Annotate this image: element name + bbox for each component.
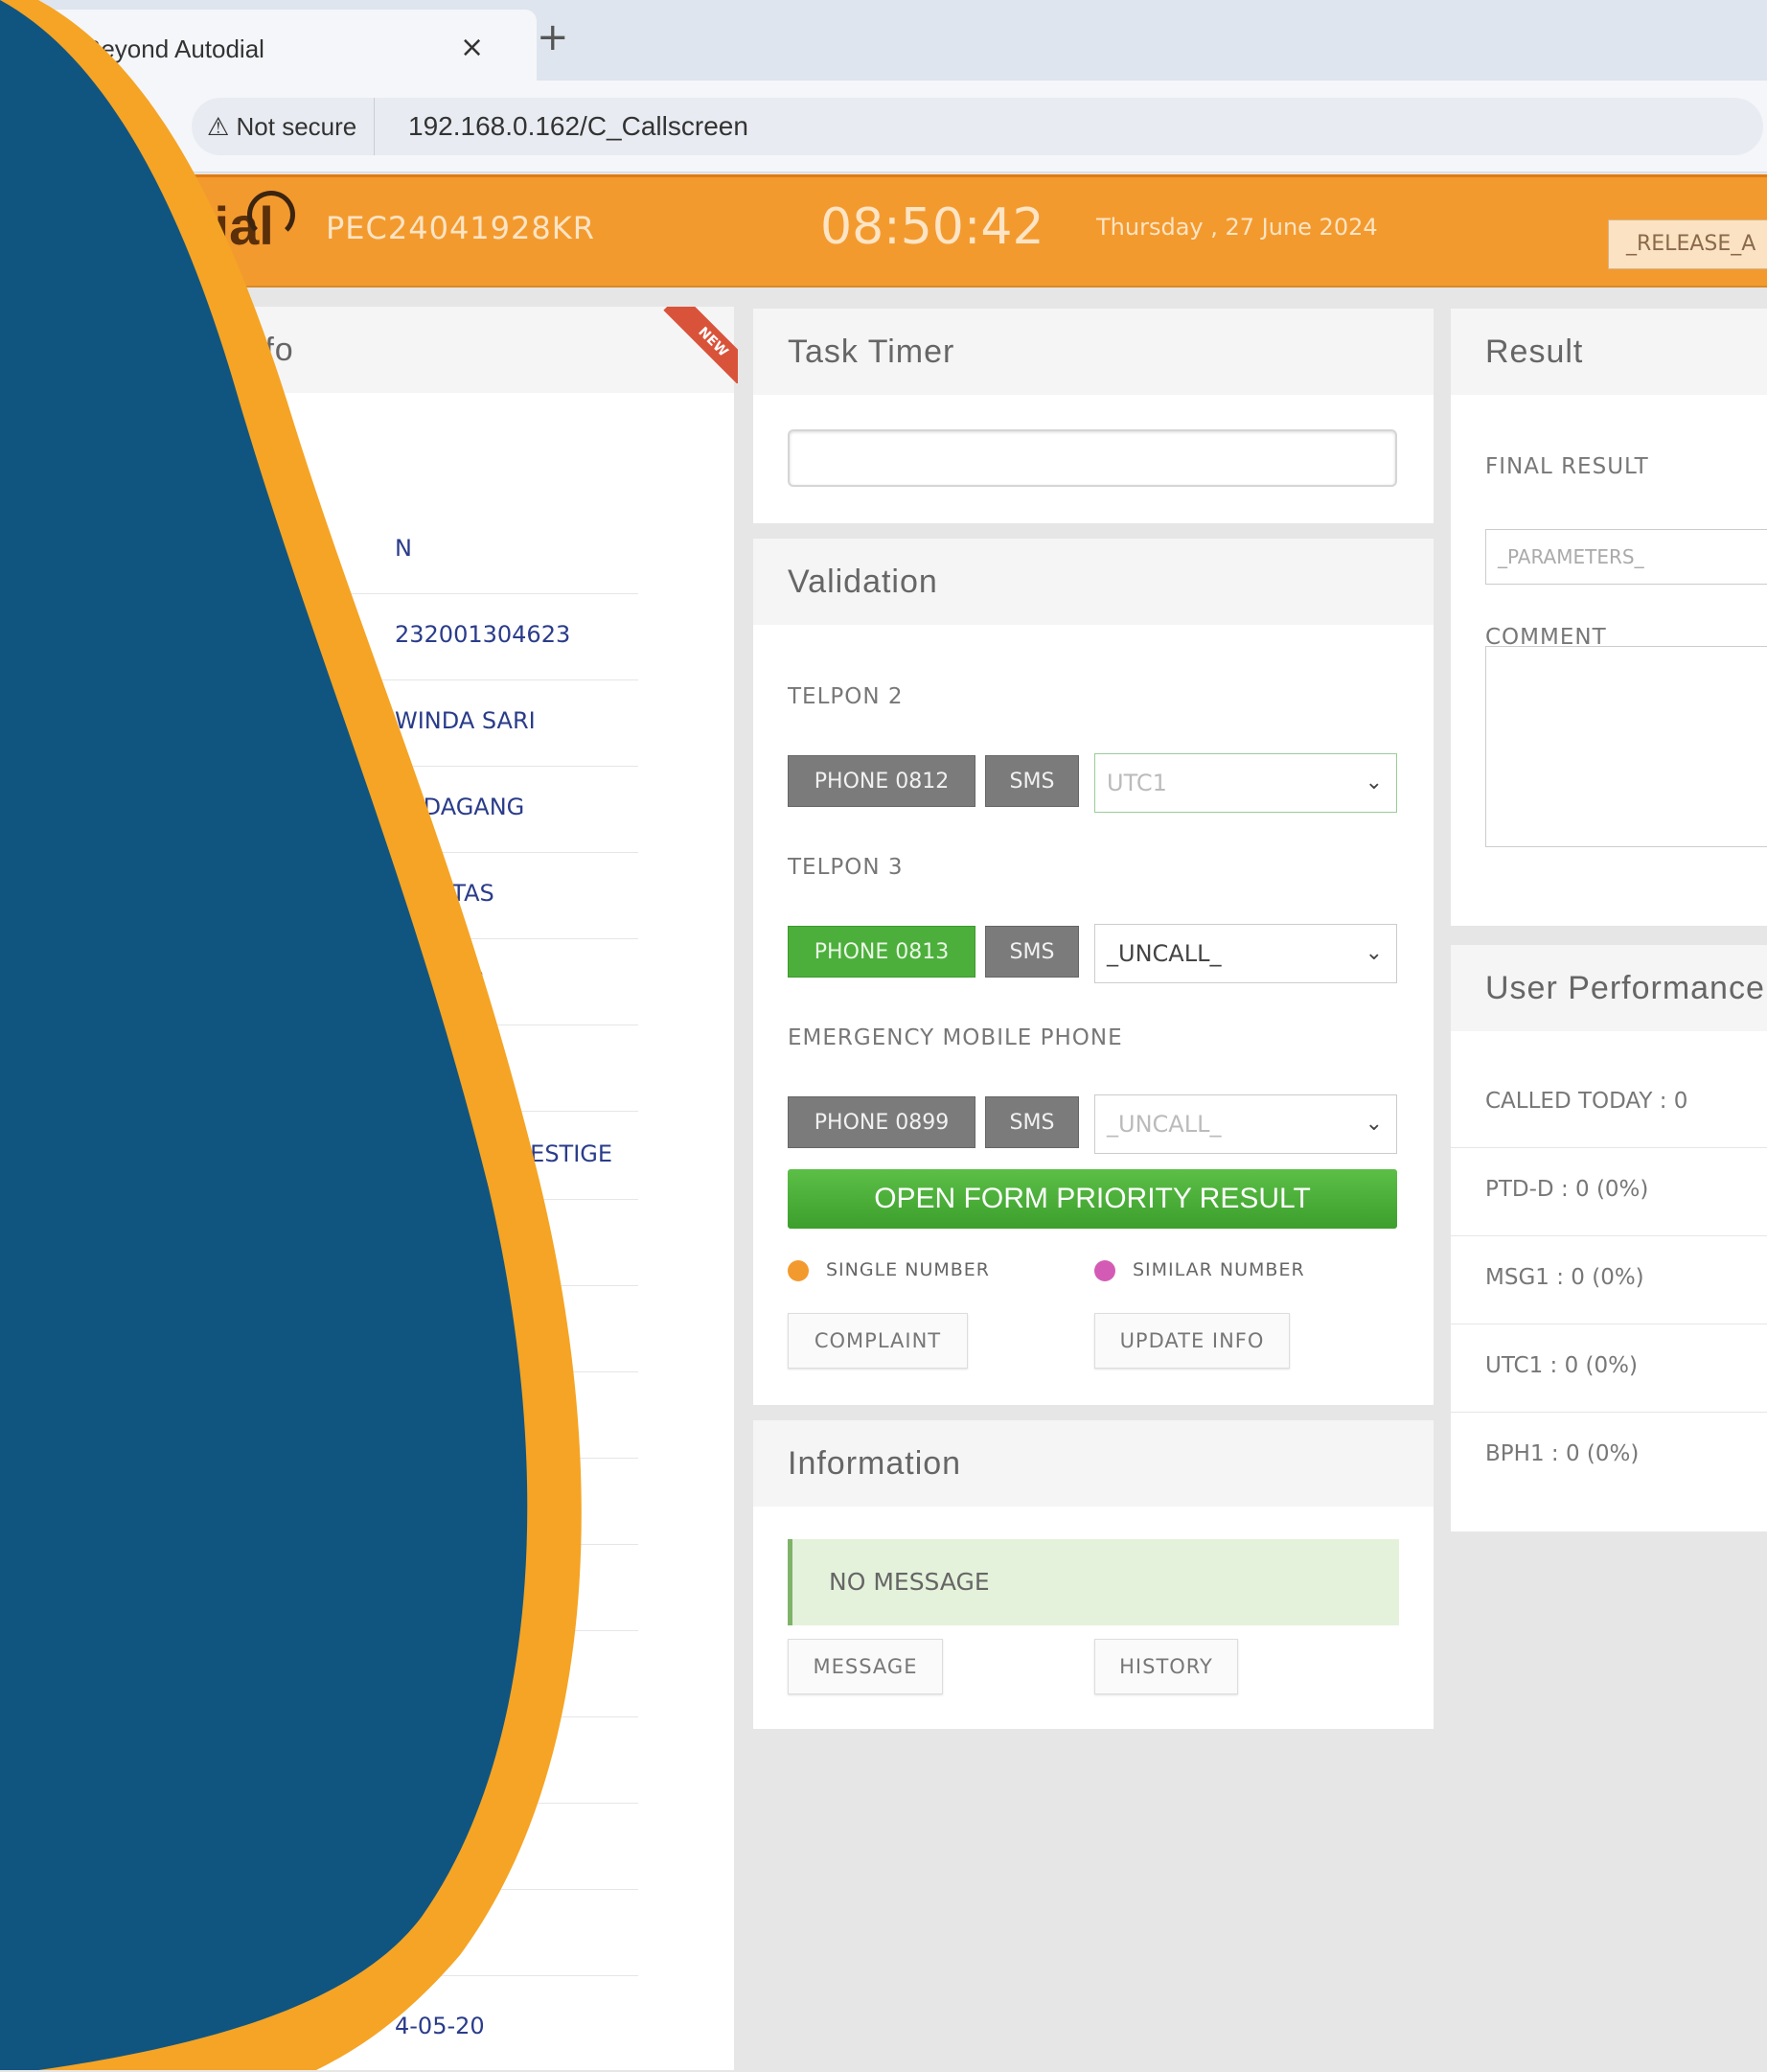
browser-tab-bar: ◍ Beyond Autodial × + bbox=[0, 0, 1767, 81]
info-panel: Info N 232001304623 WINDA SARI PEDAGANG … bbox=[192, 307, 734, 2070]
final-result-select[interactable]: _PARAMETERS_ bbox=[1485, 529, 1767, 585]
information-panel: Information NO MESSAGE MESSAGE HISTORY bbox=[753, 1420, 1434, 1729]
clock-time: 08:50:42 bbox=[820, 198, 1044, 256]
telpon-3-result-select[interactable]: _UNCALL_ ⌄ bbox=[1094, 924, 1397, 983]
info-row bbox=[192, 1372, 638, 1459]
info-row bbox=[192, 1459, 638, 1545]
agent-id: PEC24041928KR bbox=[326, 210, 595, 246]
release-button[interactable]: _RELEASE_A bbox=[1608, 219, 1767, 269]
pink-dot-icon bbox=[1094, 1259, 1115, 1281]
message-box: NO MESSAGE bbox=[788, 1539, 1399, 1625]
information-title: Information bbox=[753, 1420, 1434, 1507]
telpon-2-label: TELPON 2 bbox=[788, 684, 904, 709]
open-priority-result-button[interactable]: OPEN FORM PRIORITY RESULT bbox=[788, 1169, 1397, 1229]
close-tab-icon[interactable]: × bbox=[460, 31, 484, 64]
omnibox[interactable]: ⚠ Not secure 192.168.0.162/C_Callscreen bbox=[192, 98, 1763, 155]
performance-row: MSG1 : 0 (0%) bbox=[1451, 1236, 1767, 1324]
info-row: 232001304623 bbox=[192, 594, 638, 680]
validation-title: Validation bbox=[753, 539, 1434, 625]
info-row: PEDAGANG bbox=[192, 767, 638, 853]
final-result-label: FINAL RESULT bbox=[1485, 454, 1649, 479]
reload-icon[interactable]: ↻ bbox=[111, 102, 142, 144]
history-button[interactable]: HISTORY bbox=[1094, 1639, 1238, 1694]
telpon-3-label: TELPON 3 bbox=[788, 855, 904, 880]
address-bar: ↻ ⚠ Not secure 192.168.0.162/C_Callscree… bbox=[0, 81, 1767, 173]
telpon-2-result-select[interactable]: UTC1 ⌄ bbox=[1094, 753, 1397, 813]
performance-row: CALLED TODAY : 0 bbox=[1451, 1060, 1767, 1148]
new-tab-button[interactable]: + bbox=[537, 15, 569, 59]
info-row: 4-06-23 bbox=[192, 939, 638, 1025]
app-header: lial PEC24041928KR 08:50:42 Thursday , 2… bbox=[0, 174, 1767, 288]
chevron-down-icon: ⌄ bbox=[1365, 771, 1383, 794]
performance-row: BPH1 : 0 (0%) bbox=[1485, 1441, 1640, 1466]
comment-textarea[interactable] bbox=[1485, 646, 1767, 847]
result-title: Result bbox=[1451, 309, 1767, 395]
info-row bbox=[192, 1804, 638, 1890]
phone-0813-button[interactable]: PHONE 0813 bbox=[788, 926, 975, 978]
sms-button[interactable]: SMS bbox=[985, 926, 1079, 978]
chevron-down-icon: ⌄ bbox=[1365, 941, 1383, 965]
info-row bbox=[192, 1631, 638, 1717]
clock-date: Thursday , 27 June 2024 bbox=[1096, 214, 1378, 241]
info-row bbox=[192, 1717, 638, 1804]
message-button[interactable]: MESSAGE bbox=[788, 1639, 943, 1694]
not-secure-indicator[interactable]: ⚠ Not secure bbox=[207, 98, 376, 155]
validation-panel: Validation TELPON 2 PHONE 0812 SMS UTC1 ⌄… bbox=[753, 539, 1434, 1405]
new-badge: NEW bbox=[661, 307, 738, 383]
result-panel: Result FINAL RESULT _PARAMETERS_ COMMENT bbox=[1451, 309, 1767, 926]
globe-icon: ◍ bbox=[34, 35, 63, 63]
emergency-result-select[interactable]: _UNCALL_ ⌄ bbox=[1094, 1094, 1397, 1154]
emergency-phone-label: EMERGENCY MOBILE PHONE bbox=[788, 1025, 1123, 1050]
info-row bbox=[192, 1545, 638, 1631]
info-row bbox=[192, 1200, 638, 1286]
legend-similar-number: SIMILAR NUMBER bbox=[1094, 1259, 1305, 1281]
performance-row: UTC1 : 0 (0%) bbox=[1451, 1324, 1767, 1413]
sms-button[interactable]: SMS bbox=[985, 755, 1079, 807]
url-text[interactable]: 192.168.0.162/C_Callscreen bbox=[408, 98, 748, 155]
user-performance-panel: User Performance CALLED TODAY : 0 PTD-D … bbox=[1451, 945, 1767, 1531]
legend-single-number: SINGLE NUMBER bbox=[788, 1259, 990, 1281]
task-timer-title: Task Timer bbox=[753, 309, 1434, 395]
chevron-down-icon: ⌄ bbox=[1365, 1112, 1383, 1136]
info-panel-title: Info bbox=[192, 307, 734, 393]
phone-0899-button[interactable]: PHONE 0899 bbox=[788, 1096, 975, 1148]
info-row: GEN TAS bbox=[192, 853, 638, 939]
headset-icon bbox=[247, 191, 295, 239]
orange-dot-icon bbox=[788, 1259, 809, 1281]
sms-button[interactable]: SMS bbox=[985, 1096, 1079, 1148]
info-row: PRESTIGE bbox=[192, 1114, 638, 1200]
info-row bbox=[192, 1286, 638, 1372]
info-row bbox=[192, 1025, 638, 1112]
performance-row: PTD-D : 0 (0%) bbox=[1451, 1148, 1767, 1236]
task-timer-display bbox=[788, 429, 1397, 487]
info-row: 4-05-20 bbox=[395, 2013, 485, 2039]
info-row: WINDA SARI bbox=[192, 680, 638, 767]
update-info-button[interactable]: UPDATE INFO bbox=[1094, 1313, 1290, 1369]
phone-0812-button[interactable]: PHONE 0812 bbox=[788, 755, 975, 807]
complaint-button[interactable]: COMPLAINT bbox=[788, 1313, 968, 1369]
browser-tab[interactable]: ◍ Beyond Autodial × bbox=[0, 10, 537, 81]
info-row: N bbox=[192, 508, 638, 594]
user-performance-title: User Performance bbox=[1451, 945, 1767, 1031]
info-row bbox=[192, 1890, 638, 1976]
tab-title: Beyond Autodial bbox=[84, 35, 264, 63]
task-timer-panel: Task Timer bbox=[753, 309, 1434, 523]
